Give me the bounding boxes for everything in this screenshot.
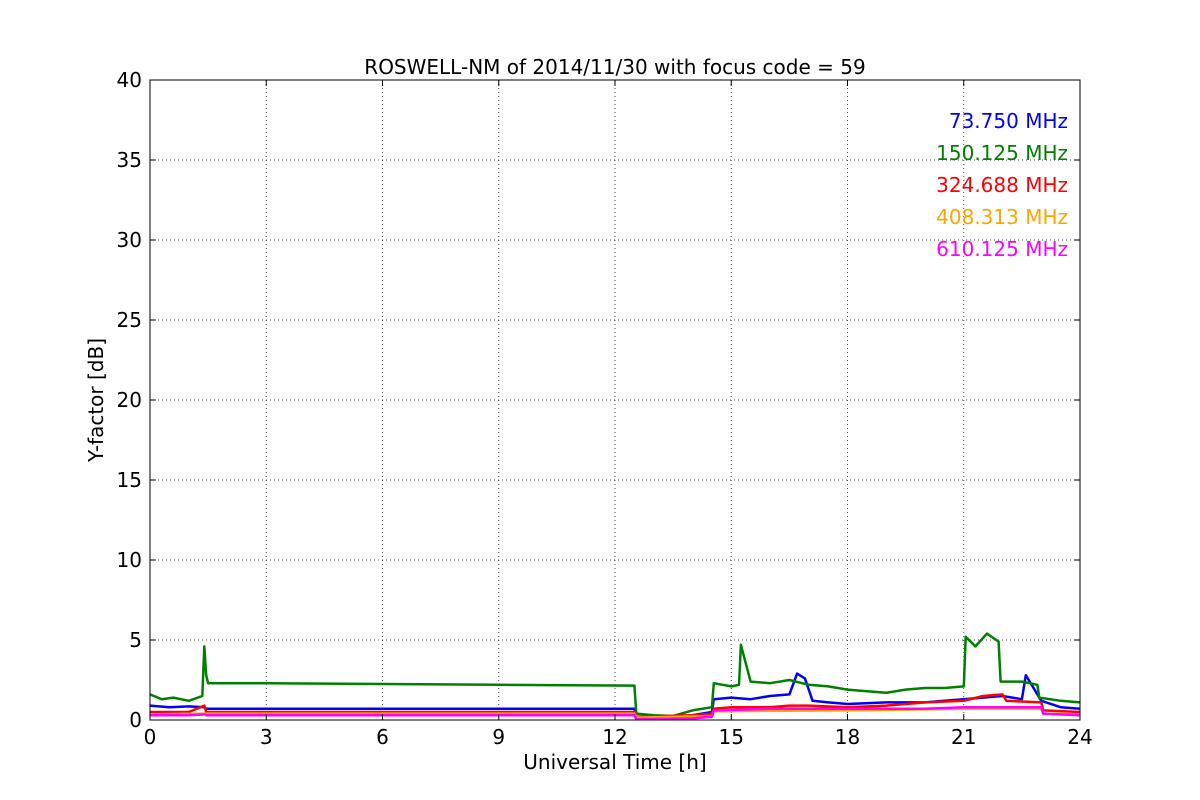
x-axis-label: Universal Time [h] <box>523 750 706 774</box>
x-tick-label: 21 <box>951 725 976 749</box>
legend-entry-2: 324.688 MHz <box>936 173 1068 197</box>
y-tick-label: 15 <box>117 468 142 492</box>
x-tick-label: 3 <box>260 725 273 749</box>
chart-title: ROSWELL-NM of 2014/11/30 with focus code… <box>364 55 865 79</box>
x-tick-label: 9 <box>492 725 505 749</box>
y-tick-label: 0 <box>129 708 142 732</box>
y-tick-label: 25 <box>117 308 142 332</box>
y-tick-label: 35 <box>117 148 142 172</box>
x-tick-label: 0 <box>144 725 157 749</box>
x-tick-label: 15 <box>719 725 744 749</box>
legend: 73.750 MHz 150.125 MHz 324.688 MHz 408.313 … <box>936 109 1068 261</box>
y-tick-label: 40 <box>117 68 142 92</box>
x-tick-label: 18 <box>835 725 860 749</box>
y-tick-label: 30 <box>117 228 142 252</box>
y-tick-label: 5 <box>129 628 142 652</box>
legend-entry-1: 150.125 MHz <box>936 141 1068 165</box>
y-tick-label: 10 <box>117 548 142 572</box>
y-axis-label: Y-factor [dB] <box>84 338 108 463</box>
legend-entry-4: 610.125 MHz <box>936 237 1068 261</box>
legend-entry-3: 408.313 MHz <box>936 205 1068 229</box>
x-tick-label: 24 <box>1067 725 1092 749</box>
chart: ROSWELL-NM of 2014/11/30 with focus code… <box>84 55 1093 774</box>
axis-ticks: 0 3 6 9 12 15 18 21 24 0 5 10 15 20 25 30 35 40 <box>117 68 1093 749</box>
x-tick-label: 12 <box>602 725 627 749</box>
series-line-1 <box>149 632 1081 718</box>
y-tick-label: 20 <box>117 388 142 412</box>
x-tick-label: 6 <box>376 725 389 749</box>
legend-entry-0: 73.750 MHz <box>949 109 1068 133</box>
